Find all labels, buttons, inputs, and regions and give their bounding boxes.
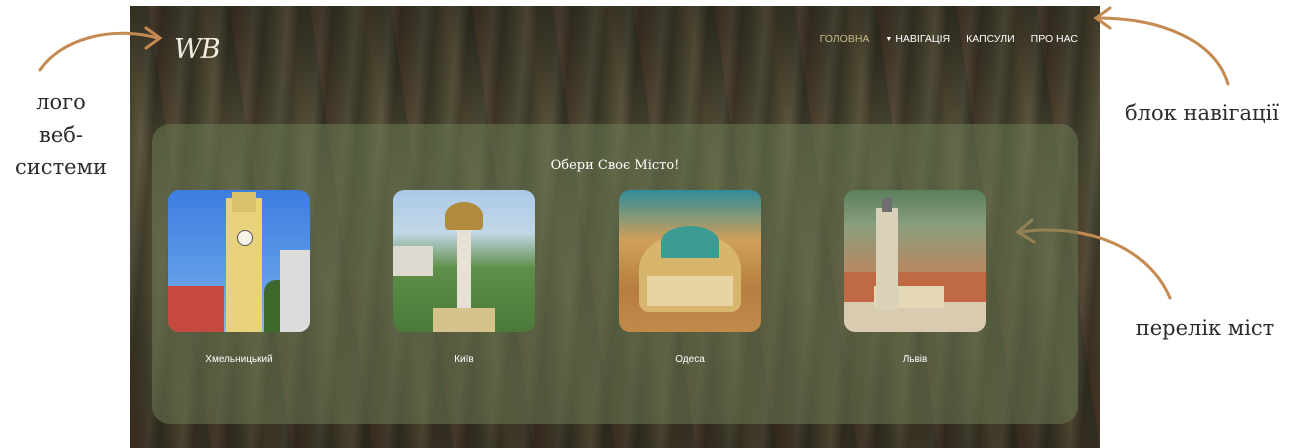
panel-title: Обери Своє Місто! <box>550 158 680 173</box>
nav-annotation: блок навігації <box>1125 101 1279 125</box>
logo-annotation-line-2: веб- <box>39 122 83 147</box>
city-name-kyiv[interactable]: Київ <box>393 354 535 365</box>
city-card-khmelnytskyi[interactable]: Хмельницький <box>168 190 310 365</box>
nav-item-home[interactable]: ГОЛОВНА <box>820 33 870 45</box>
city-card-odesa[interactable]: Одеса <box>619 190 761 365</box>
city-name-lviv[interactable]: Львів <box>844 354 986 365</box>
logo-annotation-line-3: системи <box>15 155 107 180</box>
city-image-lviv[interactable] <box>844 190 986 332</box>
nav-item-capsules-label: КАПСУЛИ <box>966 33 1015 45</box>
site-logo[interactable]: WB <box>174 34 221 65</box>
city-card-lviv[interactable]: Львів <box>844 190 986 365</box>
city-selection-panel: Обери Своє Місто! Хмельницький Київ Одес… <box>152 124 1078 424</box>
city-image-kyiv[interactable] <box>393 190 535 332</box>
city-image-khmelnytskyi[interactable] <box>168 190 310 332</box>
nav-item-navigation-label: НАВІГАЦІЯ <box>895 33 951 45</box>
city-name-khmelnytskyi[interactable]: Хмельницький <box>168 354 310 365</box>
nav-item-navigation[interactable]: ▼ НАВІГАЦІЯ <box>885 33 950 45</box>
cities-annotation: перелік міст <box>1135 316 1275 340</box>
city-card-kyiv[interactable]: Київ <box>393 190 535 365</box>
city-name-odesa[interactable]: Одеса <box>619 354 761 365</box>
nav-arrow-icon <box>1096 16 1230 86</box>
website-screenshot: WB ГОЛОВНА ▼ НАВІГАЦІЯ КАПСУЛИ ПРО НАС О… <box>130 6 1100 448</box>
nav-item-about[interactable]: ПРО НАС <box>1031 33 1078 45</box>
nav-item-home-label: ГОЛОВНА <box>819 33 870 45</box>
city-image-odesa[interactable] <box>619 190 761 332</box>
logo-annotation: лого веб- системи <box>6 86 116 184</box>
nav-item-capsules[interactable]: КАПСУЛИ <box>966 33 1015 45</box>
caret-down-icon: ▼ <box>885 35 893 43</box>
logo-annotation-line-1: лого <box>36 90 86 114</box>
nav-item-about-label: ПРО НАС <box>1030 33 1078 45</box>
main-navigation: ГОЛОВНА ▼ НАВІГАЦІЯ КАПСУЛИ ПРО НАС <box>820 33 1078 45</box>
